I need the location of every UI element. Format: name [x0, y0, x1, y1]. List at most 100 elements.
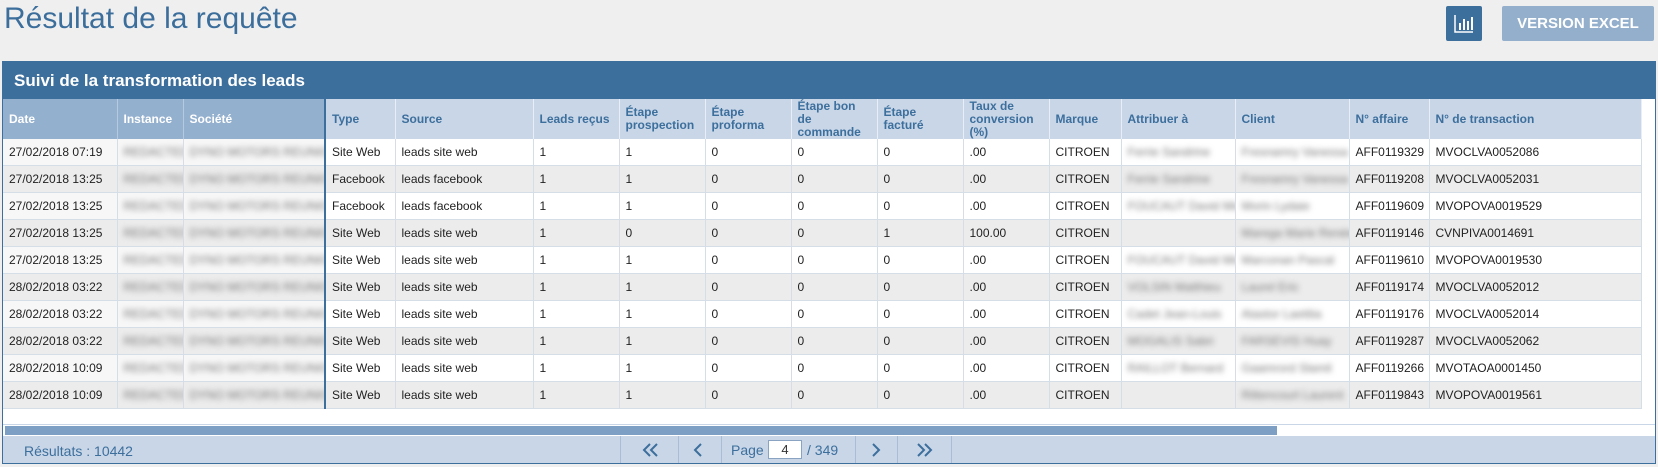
table-cell: Site Web	[325, 327, 396, 355]
table-cell: 1	[619, 192, 706, 220]
scrollbar-thumb[interactable]	[5, 426, 1277, 435]
table-cell: AFF0119329	[1349, 139, 1430, 166]
table-cell: 28/02/2018 10:09	[3, 354, 118, 382]
table-cell: REDACTED	[117, 192, 184, 220]
column-header[interactable]: Taux de conversion (%)	[963, 99, 1050, 139]
column-header[interactable]: Étape prospection	[619, 99, 706, 139]
table-row[interactable]: 28/02/2018 10:09 REDACTED DYNO MOTORS REUN…	[3, 381, 1642, 409]
column-header[interactable]: Type	[325, 99, 396, 139]
table-cell: Marconan Pascal	[1235, 246, 1350, 274]
column-header[interactable]: Société	[183, 99, 326, 139]
column-header[interactable]: Instance	[117, 99, 184, 139]
chart-button[interactable]	[1446, 6, 1482, 41]
table-cell: 100.00	[963, 219, 1050, 247]
table-cell: 27/02/2018 13:25	[3, 219, 118, 247]
table-cell: CITROEN	[1049, 381, 1122, 409]
table-cell: .00	[963, 354, 1050, 382]
table-cell: CITROEN	[1049, 219, 1122, 247]
table-row[interactable]: 28/02/2018 10:09 REDACTED DYNO MOTORS REUN…	[3, 354, 1642, 382]
table-cell: .00	[963, 327, 1050, 355]
pagination-footer: Résultats : 10442 Page / 349	[3, 436, 1655, 463]
table-cell: MVOPOVA0019530	[1429, 246, 1642, 274]
next-page-button[interactable]	[857, 436, 893, 463]
table-cell: .00	[963, 165, 1050, 193]
chevron-left-icon	[693, 443, 702, 457]
column-header[interactable]: Date	[3, 99, 118, 139]
table-row[interactable]: 28/02/2018 03:22 REDACTED DYNO MOTORS REUN…	[3, 300, 1642, 328]
table-row[interactable]: 27/02/2018 13:25 REDACTED DYNO MOTORS REUN…	[3, 219, 1642, 247]
table-cell: 1	[877, 219, 964, 247]
first-page-button[interactable]	[633, 436, 669, 463]
table-cell: DYNO MOTORS REUNION	[183, 192, 326, 220]
table-cell: 0	[791, 139, 878, 166]
table-row[interactable]: 27/02/2018 13:25 REDACTED DYNO MOTORS REUN…	[3, 192, 1642, 220]
table-cell: 27/02/2018 13:25	[3, 192, 118, 220]
table-cell: MVOPOVA0019529	[1429, 192, 1642, 220]
column-header[interactable]: Source	[395, 99, 534, 139]
table-cell: 0	[877, 139, 964, 166]
table-cell: AFF0119146	[1349, 219, 1430, 247]
last-page-button[interactable]	[906, 436, 942, 463]
table-cell: Site Web	[325, 381, 396, 409]
column-header[interactable]: Étape proforma	[705, 99, 792, 139]
table-cell: .00	[963, 139, 1050, 166]
table-cell: 0	[791, 246, 878, 274]
table-cell: AFF0119266	[1349, 354, 1430, 382]
table-cell: DYNO MOTORS REUNION	[183, 273, 326, 301]
table-cell: 1	[619, 139, 706, 166]
table-cell: 28/02/2018 03:22	[3, 327, 118, 355]
column-header[interactable]: Leads reçus	[533, 99, 620, 139]
table-cell: Fresnamry Vanessa	[1235, 165, 1350, 193]
table-cell: AFF0119174	[1349, 273, 1430, 301]
table-cell: 0	[705, 219, 792, 247]
table-cell: 0	[791, 300, 878, 328]
table-cell: AFF0119609	[1349, 192, 1430, 220]
table-row[interactable]: 27/02/2018 07:19 REDACTED DYNO MOTORS REUN…	[3, 139, 1642, 166]
table-cell: Site Web	[325, 354, 396, 382]
table-cell: Site Web	[325, 219, 396, 247]
table-cell: 0	[877, 327, 964, 355]
table-cell: Ferrie Sandrine	[1121, 165, 1236, 193]
table-cell: MVOCLVA0052031	[1429, 165, 1642, 193]
bar-chart-icon	[1454, 15, 1473, 33]
column-header[interactable]: Étape facturé	[877, 99, 964, 139]
column-header[interactable]: N° affaire	[1349, 99, 1430, 139]
column-header[interactable]: Attribuer à	[1121, 99, 1236, 139]
table-cell: Rittencourt Laurent	[1235, 381, 1350, 409]
table-cell: 0	[791, 381, 878, 409]
table-cell: .00	[963, 381, 1050, 409]
column-header[interactable]: Marque	[1049, 99, 1122, 139]
table-cell: MVOPOVA0019561	[1429, 381, 1642, 409]
column-header[interactable]: Étape bon de commande	[791, 99, 878, 139]
results-grid: Date Instance Société Type Source Leads reçus…	[3, 99, 1655, 423]
page-number-input[interactable]	[768, 440, 802, 459]
table-cell: 0	[877, 354, 964, 382]
column-header[interactable]: Client	[1235, 99, 1350, 139]
table-cell: CITROEN	[1049, 300, 1122, 328]
prev-page-button[interactable]	[681, 436, 717, 463]
excel-export-button[interactable]: VERSION EXCEL	[1502, 6, 1654, 41]
table-cell: REDACTED	[117, 273, 184, 301]
table-cell: VOLSIN Matthieu	[1121, 273, 1236, 301]
table-row[interactable]: 28/02/2018 03:22 REDACTED DYNO MOTORS REUN…	[3, 273, 1642, 301]
table-cell: MVOTAOA0001450	[1429, 354, 1642, 382]
column-header[interactable]: N° de transaction	[1429, 99, 1642, 139]
table-cell: leads site web	[395, 354, 534, 382]
table-cell: REDACTED	[117, 246, 184, 274]
table-cell: REDACTED	[117, 300, 184, 328]
table-cell: 0	[877, 192, 964, 220]
table-cell: 1	[619, 165, 706, 193]
table-cell: .00	[963, 300, 1050, 328]
table-row[interactable]: 27/02/2018 13:25 REDACTED DYNO MOTORS REUN…	[3, 165, 1642, 193]
table-row[interactable]: 28/02/2018 03:22 REDACTED DYNO MOTORS REUN…	[3, 327, 1642, 355]
table-cell: CITROEN	[1049, 139, 1122, 166]
table-cell: 0	[705, 192, 792, 220]
table-cell: 27/02/2018 13:25	[3, 165, 118, 193]
table-cell: DYNO MOTORS REUNION	[183, 165, 326, 193]
table-cell: 28/02/2018 03:22	[3, 273, 118, 301]
results-table: Date Instance Société Type Source Leads reçus…	[3, 99, 1642, 409]
horizontal-scrollbar[interactable]	[3, 424, 1655, 436]
table-cell	[1121, 219, 1236, 247]
table-row[interactable]: 27/02/2018 13:25 REDACTED DYNO MOTORS REUN…	[3, 246, 1642, 274]
table-cell: 0	[705, 300, 792, 328]
